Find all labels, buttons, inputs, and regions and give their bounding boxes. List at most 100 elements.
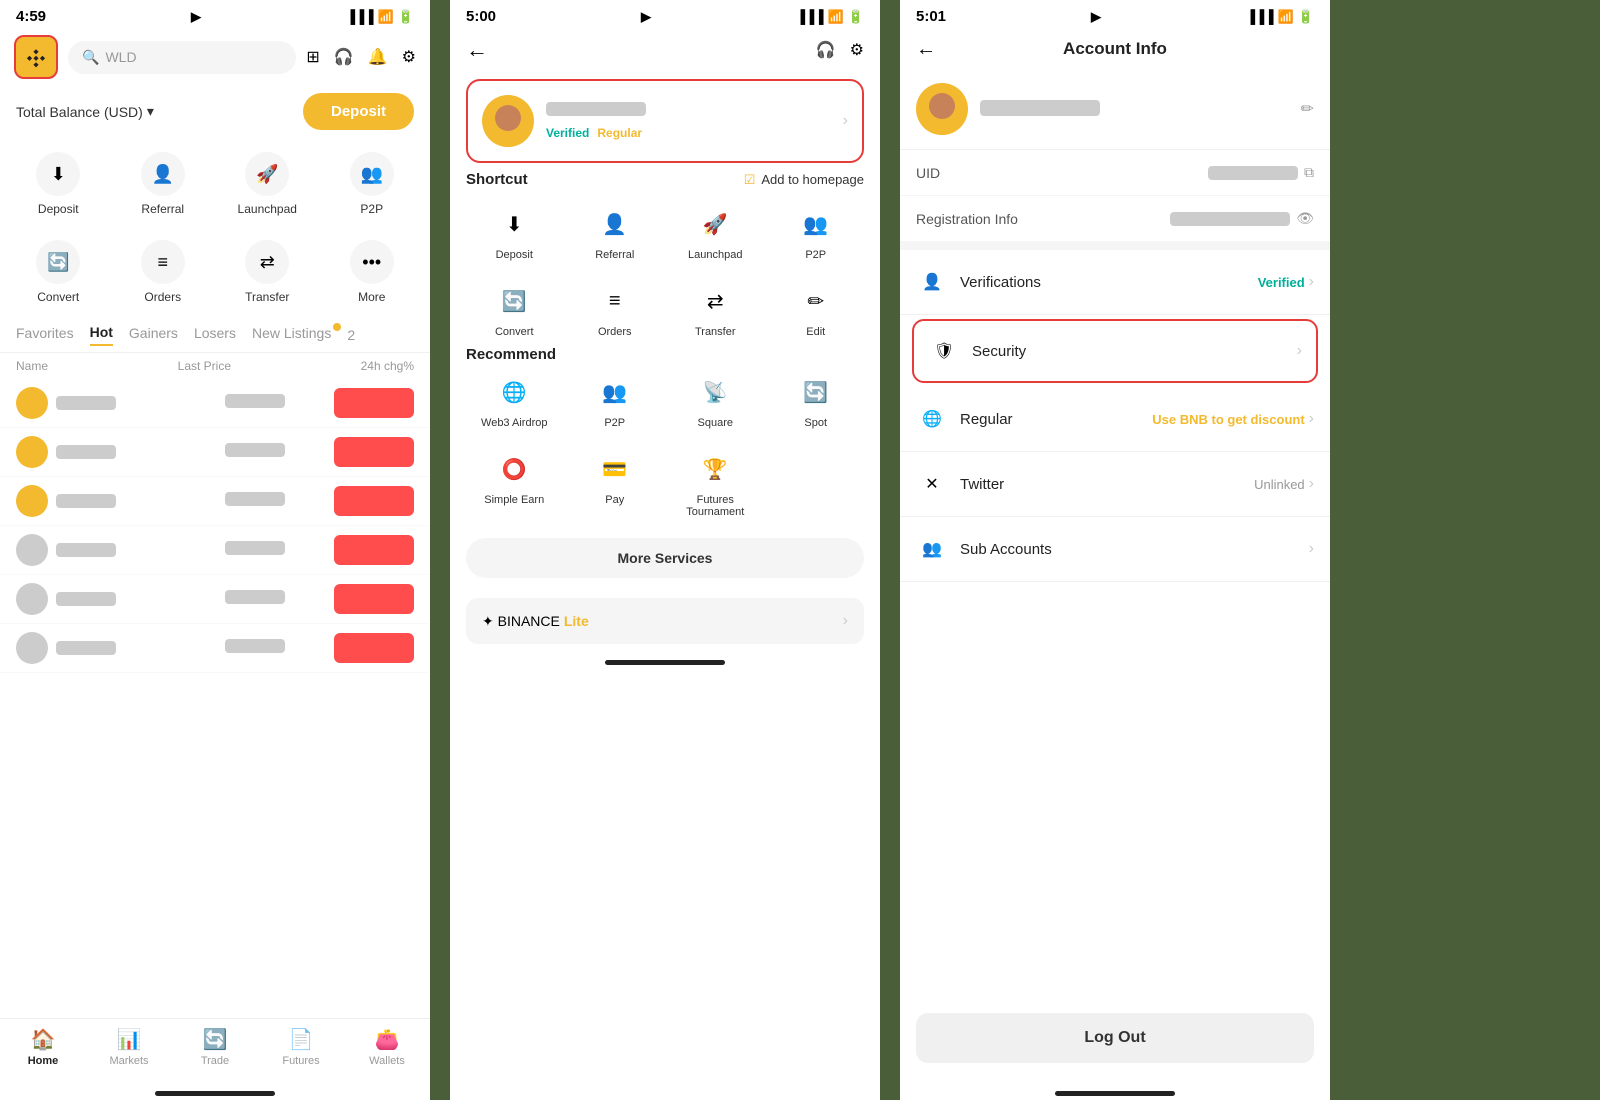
status-icons-1: ▐▐▐ 📶 🔋 [346, 9, 414, 25]
shortcut-orders[interactable]: ≡ Orders [567, 273, 664, 346]
table-row[interactable] [0, 575, 430, 624]
simple-earn-label: Simple Earn [484, 494, 544, 506]
action-referral[interactable]: 👤 Referral [113, 142, 214, 226]
menu-security[interactable]: 🛡 Security › [912, 319, 1318, 383]
wallets-icon: 👛 [375, 1027, 400, 1052]
nav-home[interactable]: 🏠 Home [0, 1027, 86, 1067]
tab-hot[interactable]: Hot [90, 324, 113, 346]
action-transfer[interactable]: ⇄ Transfer [217, 230, 318, 314]
action-orders[interactable]: ≡ Orders [113, 230, 214, 314]
edit-icon[interactable]: ✏ [1301, 99, 1314, 119]
eye-icon[interactable]: 👁 [1296, 210, 1314, 227]
shortcut-transfer-label: Transfer [695, 326, 736, 338]
add-to-homepage[interactable]: ☑ Add to homepage [744, 172, 864, 188]
signal-icon-3: ▐▐▐ [1246, 9, 1274, 24]
uid-row: UID ⧉ [900, 150, 1330, 196]
table-row[interactable] [0, 624, 430, 673]
tab-gainers[interactable]: Gainers [129, 325, 178, 345]
back-button[interactable]: ← [916, 38, 936, 61]
headset-icon-2[interactable]: 🎧 [816, 40, 836, 60]
chevron-down-icon: ▾ [147, 103, 154, 120]
deposit-button[interactable]: Deposit [303, 93, 414, 130]
more-icon: ••• [350, 240, 394, 284]
menu-regular[interactable]: 🌐 Regular Use BNB to get discount › [900, 387, 1330, 452]
service-web3-airdrop[interactable]: 🌐 Web3 Airdrop [466, 364, 563, 437]
shortcut-grid: ⬇ Deposit 👤 Referral 🚀 Launchpad 👥 P2P 🔄… [450, 196, 880, 346]
spacer-3 [900, 582, 1330, 993]
shortcut-transfer[interactable]: ⇄ Transfer [667, 273, 764, 346]
nav-arrow-3: ▶ [1091, 9, 1101, 25]
table-row[interactable] [0, 379, 430, 428]
square-icon: 📡 [695, 372, 735, 412]
uid-blurred [1208, 166, 1298, 180]
binance-logo[interactable] [14, 35, 58, 79]
twitter-icon: ✕ [916, 468, 948, 500]
service-p2p[interactable]: 👥 P2P [567, 364, 664, 437]
action-more[interactable]: ••• More [322, 230, 423, 314]
table-row[interactable] [0, 428, 430, 477]
profile-card[interactable]: Verified Regular › [466, 79, 864, 163]
coin-icon [16, 632, 48, 664]
page-header: ← Account Info [900, 29, 1330, 69]
tab-new-listings[interactable]: New Listings [252, 325, 331, 345]
tab-losers[interactable]: Losers [194, 325, 236, 345]
nav-trade[interactable]: 🔄 Trade [172, 1027, 258, 1067]
twitter-label: Twitter [960, 476, 1004, 493]
action-deposit[interactable]: ⬇ Deposit [8, 142, 109, 226]
signal-icon: ▐▐▐ [346, 9, 374, 24]
action-convert[interactable]: 🔄 Convert [8, 230, 109, 314]
copy-icon[interactable]: ⧉ [1304, 164, 1314, 181]
settings-icon-2[interactable]: ⚙ [850, 40, 864, 60]
nav-markets[interactable]: 📊 Markets [86, 1027, 172, 1067]
background-fill [1330, 0, 1600, 1100]
shortcut-referral[interactable]: 👤 Referral [567, 196, 664, 269]
shortcut-edit[interactable]: ✏ Edit [768, 273, 865, 346]
menu-twitter-left: ✕ Twitter [916, 468, 1004, 500]
shortcut-orders-icon: ≡ [595, 281, 635, 321]
back-icon-2[interactable]: ← [466, 37, 488, 63]
search-bar[interactable]: 🔍 WLD [68, 41, 296, 74]
service-simple-earn[interactable]: ⭕ Simple Earn [466, 441, 563, 526]
action-label-launchpad: Launchpad [238, 202, 297, 216]
bell-icon[interactable]: 🔔 [368, 47, 388, 67]
action-p2p[interactable]: 👥 P2P [322, 142, 423, 226]
nav-futures[interactable]: 📄 Futures [258, 1027, 344, 1067]
change-cell [334, 535, 414, 565]
menu-sub-accounts[interactable]: 👥 Sub Accounts › [900, 517, 1330, 582]
binance-lite-bar[interactable]: ✦ BINANCE Lite › [466, 598, 864, 644]
table-row[interactable] [0, 526, 430, 575]
menu-verifications[interactable]: 👤 Verifications Verified › [900, 250, 1330, 315]
shortcut-orders-label: Orders [598, 326, 632, 338]
shortcut-p2p[interactable]: 👥 P2P [768, 196, 865, 269]
headset-icon[interactable]: 🎧 [334, 47, 354, 67]
shortcut-launchpad[interactable]: 🚀 Launchpad [667, 196, 764, 269]
service-square[interactable]: 📡 Square [667, 364, 764, 437]
recommend-grid: 🌐 Web3 Airdrop 👥 P2P 📡 Square 🔄 Spot ⭕ S… [450, 364, 880, 526]
tab-favorites[interactable]: Favorites [16, 325, 74, 345]
menu-twitter[interactable]: ✕ Twitter Unlinked › [900, 452, 1330, 517]
logout-button[interactable]: Log Out [916, 1013, 1314, 1063]
nav-arrow-2: ▶ [641, 9, 651, 25]
action-launchpad[interactable]: 🚀 Launchpad [217, 142, 318, 226]
action-label-more: More [358, 290, 385, 304]
service-pay[interactable]: 💳 Pay [567, 441, 664, 526]
binance-lite-suffix: Lite [564, 613, 589, 629]
service-futures-tournament[interactable]: 🏆 Futures Tournament [667, 441, 764, 526]
nav-wallets[interactable]: 👛 Wallets [344, 1027, 430, 1067]
registration-value: 👁 [1170, 210, 1314, 227]
table-row[interactable] [0, 477, 430, 526]
scan-icon[interactable]: ⊞ [306, 47, 319, 67]
profile-chevron: › [843, 112, 848, 130]
regular-badge: Regular [597, 126, 642, 140]
coin-name [56, 543, 116, 557]
sub-accounts-icon: 👥 [916, 533, 948, 565]
person-icon[interactable]: ⚙ [402, 47, 416, 67]
service-spot[interactable]: 🔄 Spot [768, 364, 865, 437]
search-placeholder: WLD [105, 49, 136, 65]
more-services-button[interactable]: More Services [466, 538, 864, 578]
col-24h: 24h chg% [361, 359, 414, 373]
shortcut-deposit[interactable]: ⬇ Deposit [466, 196, 563, 269]
web3-airdrop-label: Web3 Airdrop [481, 417, 547, 429]
spot-label: Spot [804, 417, 827, 429]
divider-2 [880, 0, 900, 1100]
